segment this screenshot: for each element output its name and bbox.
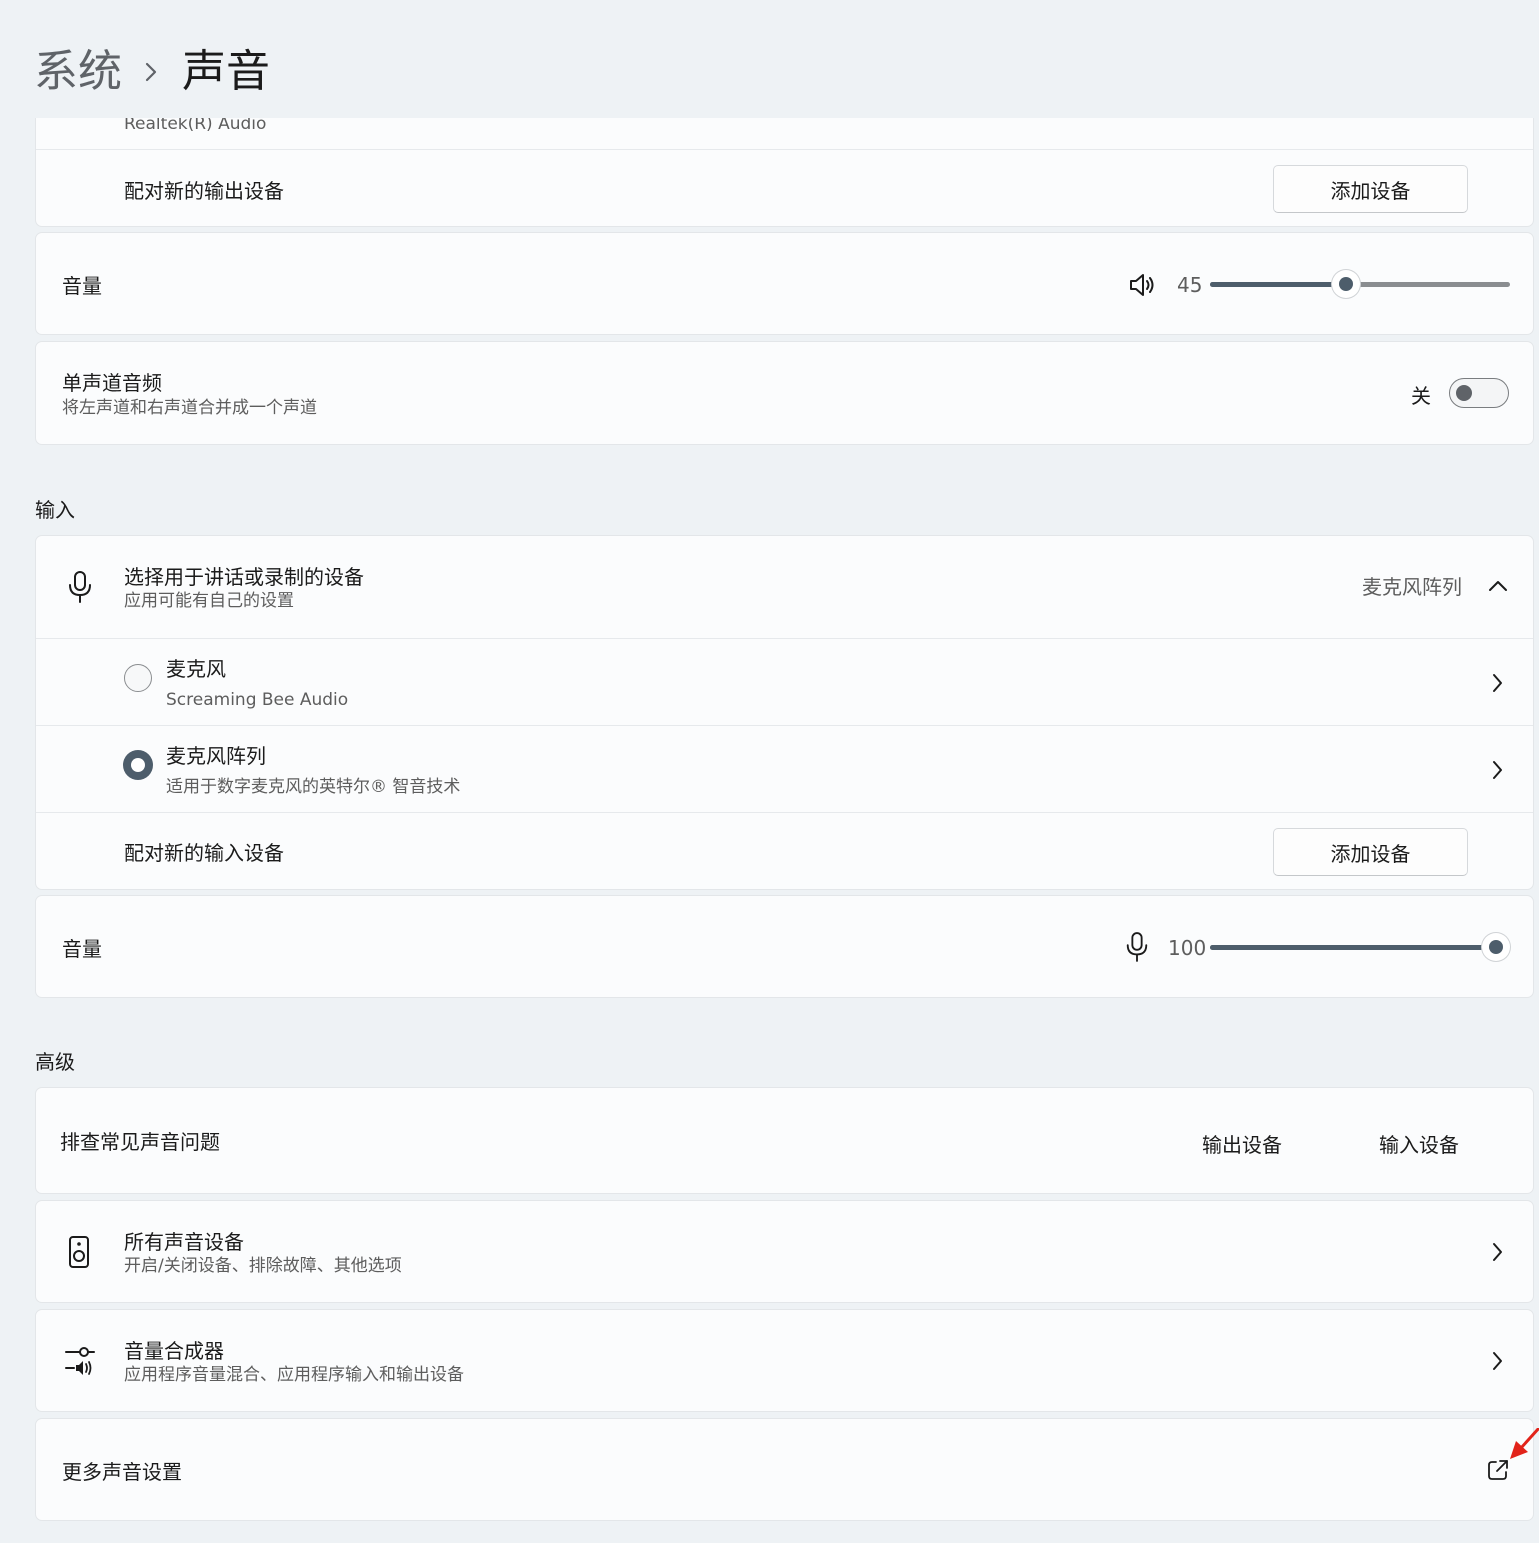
radio-button[interactable] [124, 664, 152, 692]
divider [36, 812, 1533, 813]
microphone-icon [66, 570, 94, 604]
more-sound-settings-title: 更多声音设置 [62, 1460, 182, 1484]
advanced-section-title: 高级 [35, 1050, 75, 1074]
output-volume-value: 45 [1177, 273, 1203, 297]
input-select-subtitle: 应用可能有自己的设置 [124, 591, 294, 611]
input-volume-slider[interactable] [1210, 932, 1510, 962]
mono-audio-title: 单声道音频 [62, 371, 162, 395]
breadcrumb-chevron-icon [140, 52, 162, 92]
mono-audio-toggle[interactable] [1449, 378, 1509, 408]
pair-output-label: 配对新的输出设备 [124, 179, 284, 203]
mono-audio-subtitle: 将左声道和右声道合并成一个声道 [62, 398, 317, 418]
divider [36, 149, 1533, 150]
troubleshoot-title: 排查常见声音问题 [60, 1130, 220, 1154]
output-device-card: Realtek(R) Audio 配对新的输出设备 添加设备 [35, 100, 1534, 227]
radio-button-selected[interactable] [123, 750, 153, 780]
chevron-right-icon[interactable] [1489, 1241, 1505, 1263]
page-header: 系统 声音 [0, 0, 1539, 118]
more-sound-settings-card[interactable]: 更多声音设置 [35, 1418, 1534, 1521]
chevron-right-icon[interactable] [1489, 672, 1505, 694]
input-device-card: 选择用于讲话或录制的设备 应用可能有自己的设置 麦克风阵列 麦克风 Scream… [35, 535, 1534, 890]
input-device-detail: 适用于数字麦克风的英特尔® 智音技术 [166, 777, 461, 797]
chevron-right-icon[interactable] [1489, 759, 1505, 781]
speaker-icon[interactable] [1128, 271, 1156, 299]
output-volume-card: 音量 45 [35, 232, 1534, 335]
add-output-device-button[interactable]: 添加设备 [1273, 165, 1468, 213]
pair-input-label: 配对新的输入设备 [124, 841, 284, 865]
microphone-icon[interactable] [1124, 931, 1150, 963]
input-device-item[interactable]: 麦克风阵列 适用于数字麦克风的英特尔® 智音技术 [36, 726, 1533, 812]
output-volume-label: 音量 [62, 274, 102, 298]
troubleshoot-card: 排查常见声音问题 输出设备 输入设备 [35, 1087, 1534, 1194]
input-select-row[interactable]: 选择用于讲话或录制的设备 应用可能有自己的设置 麦克风阵列 [36, 536, 1533, 638]
breadcrumb-parent[interactable]: 系统 [34, 44, 122, 100]
slider-thumb[interactable] [1332, 270, 1361, 298]
input-device-name: 麦克风 [166, 657, 226, 681]
slider-thumb[interactable] [1482, 933, 1510, 961]
speaker-device-icon [67, 1235, 91, 1269]
mono-audio-state: 关 [1411, 384, 1431, 408]
input-volume-card: 音量 100 [35, 895, 1534, 998]
input-select-title: 选择用于讲话或录制的设备 [124, 565, 364, 589]
chevron-right-icon[interactable] [1489, 1350, 1505, 1372]
troubleshoot-input-link[interactable]: 输入设备 [1379, 1129, 1459, 1158]
all-sound-devices-subtitle: 开启/关闭设备、排除故障、其他选项 [124, 1256, 402, 1276]
slider-fill [1210, 282, 1347, 287]
add-input-device-button[interactable]: 添加设备 [1273, 828, 1468, 876]
mixer-icon [64, 1346, 98, 1376]
all-sound-devices-title: 所有声音设备 [124, 1230, 244, 1254]
volume-mixer-title: 音量合成器 [124, 1339, 224, 1363]
volume-mixer-subtitle: 应用程序音量混合、应用程序输入和输出设备 [124, 1365, 464, 1385]
chevron-up-icon[interactable] [1487, 578, 1509, 594]
volume-mixer-card[interactable]: 音量合成器 应用程序音量混合、应用程序输入和输出设备 [35, 1309, 1534, 1412]
slider-fill [1210, 945, 1496, 950]
page-title: 声音 [182, 46, 270, 97]
input-device-item[interactable]: 麦克风 Screaming Bee Audio [36, 639, 1533, 725]
mono-audio-card: 单声道音频 将左声道和右声道合并成一个声道 关 [35, 341, 1534, 445]
input-device-detail: Screaming Bee Audio [166, 690, 349, 710]
input-device-name: 麦克风阵列 [166, 744, 266, 768]
input-volume-label: 音量 [62, 937, 102, 961]
troubleshoot-output-link[interactable]: 输出设备 [1202, 1129, 1282, 1158]
input-section-title: 输入 [35, 498, 75, 522]
selected-input-device: 麦克风阵列 [1362, 575, 1462, 599]
toggle-knob [1456, 385, 1472, 401]
output-volume-slider[interactable] [1210, 269, 1510, 299]
input-volume-value: 100 [1168, 936, 1207, 960]
red-arrow-icon [1507, 1428, 1539, 1462]
all-sound-devices-card[interactable]: 所有声音设备 开启/关闭设备、排除故障、其他选项 [35, 1200, 1534, 1303]
